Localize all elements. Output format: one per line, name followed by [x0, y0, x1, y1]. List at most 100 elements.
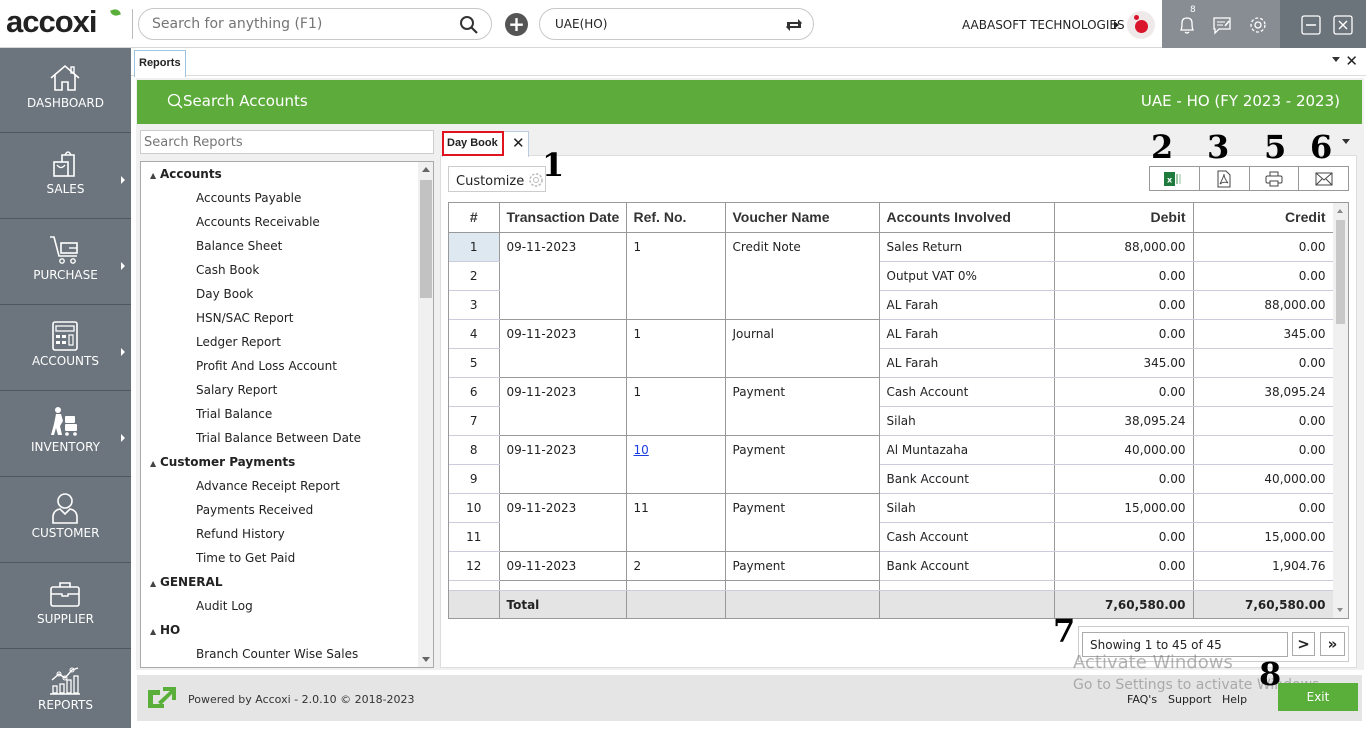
- bell-icon[interactable]: [1176, 14, 1198, 36]
- scroll-down-icon[interactable]: [422, 657, 430, 662]
- close-tab-icon[interactable]: ✕: [1345, 52, 1358, 70]
- branch-selector[interactable]: UAE(HO): [539, 8, 814, 40]
- grid-scrollbar[interactable]: [1333, 203, 1348, 618]
- col-header-debit[interactable]: Debit: [1054, 203, 1194, 233]
- sidebar-item-inventory[interactable]: INVENTORY: [0, 392, 131, 477]
- tree-item[interactable]: Accounts Payable: [196, 191, 301, 205]
- cell-voucher-name: [725, 290, 880, 320]
- search-reports-field[interactable]: [140, 130, 434, 154]
- caret-right-icon[interactable]: [1114, 21, 1119, 29]
- tree-item[interactable]: Payments Received: [196, 503, 313, 517]
- help-link[interactable]: Help: [1222, 693, 1247, 706]
- gear-icon[interactable]: [1247, 14, 1269, 36]
- tree-item[interactable]: HSN/SAC Report: [196, 311, 293, 325]
- cell-credit: 88,000.00: [1193, 290, 1334, 320]
- cell-voucher-name: Journal: [725, 319, 880, 348]
- tree-item[interactable]: Time to Get Paid: [196, 551, 295, 565]
- scroll-up-icon[interactable]: [1337, 209, 1343, 213]
- scroll-thumb[interactable]: [1336, 220, 1345, 324]
- switch-branch-icon[interactable]: [783, 14, 805, 36]
- print-button[interactable]: [1250, 167, 1300, 190]
- table-row[interactable]: 3 AL Farah 0.00 88,000.00: [449, 290, 1334, 320]
- add-button[interactable]: +: [505, 13, 528, 36]
- minimize-icon[interactable]: [1301, 15, 1321, 35]
- search-reports-input[interactable]: [144, 135, 424, 150]
- cell-number: 11: [449, 522, 500, 552]
- message-icon[interactable]: [1211, 14, 1233, 36]
- tree-item[interactable]: Cash Book: [196, 263, 259, 277]
- sidebar-item-supplier[interactable]: SUPPLIER: [0, 564, 131, 649]
- support-link[interactable]: Support: [1168, 693, 1211, 706]
- close-icon[interactable]: [1333, 15, 1353, 35]
- scroll-down-icon[interactable]: [1337, 608, 1343, 612]
- tree-item[interactable]: Branch Counter Wise Sales: [196, 647, 358, 661]
- col-header-ref-no[interactable]: Ref. No.: [626, 203, 726, 233]
- next-page-button[interactable]: >: [1292, 632, 1315, 656]
- search-accounts-button[interactable]: Search Accounts: [167, 92, 308, 110]
- table-row[interactable]: 8 09-11-2023 10 Payment Al Muntazaha 40,000.0…: [449, 435, 1334, 465]
- table-row[interactable]: 5 AL Farah 345.00 0.00: [449, 348, 1334, 378]
- tab-dropdown-icon[interactable]: [1332, 57, 1340, 62]
- sidebar-item-dashboard[interactable]: DASHBOARD: [0, 48, 131, 133]
- table-row[interactable]: 9 Bank Account 0.00 40,000.00: [449, 464, 1334, 494]
- ref-link[interactable]: 10: [634, 443, 649, 457]
- tree-group-general[interactable]: ▲ GENERAL: [150, 575, 222, 589]
- scroll-up-icon[interactable]: [422, 167, 430, 172]
- cell-ref-no: 1: [626, 377, 726, 406]
- tree-item[interactable]: Refund History: [196, 527, 285, 541]
- tree-item[interactable]: Trial Balance: [196, 407, 272, 421]
- table-row[interactable]: 10 09-11-2023 11 Payment Silah 15,000.00 0.00: [449, 493, 1334, 523]
- tree-item[interactable]: Accounts Receivable: [196, 215, 320, 229]
- company-name[interactable]: AABASOFT TECHNOLOGIES: [962, 18, 1125, 32]
- tree-item[interactable]: Profit And Loss Account: [196, 359, 337, 373]
- day-book-tab-label[interactable]: Day Book: [442, 131, 504, 156]
- tree-item[interactable]: Ledger Report: [196, 335, 281, 349]
- last-page-button[interactable]: »: [1320, 632, 1345, 656]
- tree-item[interactable]: Salary Report: [196, 383, 277, 397]
- tree-item[interactable]: Balance Sheet: [196, 239, 282, 253]
- table-row[interactable]: 7 Silah 38,095.24 0.00: [449, 406, 1334, 436]
- export-dropdown-icon[interactable]: [1342, 139, 1350, 144]
- tree-group-accounts[interactable]: ▲ Accounts: [150, 167, 222, 181]
- sidebar-item-customer[interactable]: CUSTOMER: [0, 478, 131, 563]
- scroll-thumb[interactable]: [420, 180, 432, 298]
- sidebar-item-reports[interactable]: REPORTS: [0, 650, 131, 735]
- col-header-transaction-date[interactable]: Transaction Date: [499, 203, 627, 233]
- user-avatar[interactable]: [1127, 11, 1155, 39]
- tree-group-ho[interactable]: ▲ HO: [150, 623, 180, 637]
- table-row[interactable]: 12 09-11-2023 2 Payment Bank Account 0.00 1,90…: [449, 551, 1334, 581]
- exit-button[interactable]: Exit: [1278, 683, 1358, 711]
- tree-group-customer-payments[interactable]: ▲ Customer Payments: [150, 455, 295, 469]
- cell-ref-no: [626, 290, 726, 320]
- col-header-accounts-involved[interactable]: Accounts Involved: [879, 203, 1055, 233]
- global-search[interactable]: [138, 8, 492, 40]
- tree-item[interactable]: Advance Receipt Report: [196, 479, 340, 493]
- search-icon[interactable]: [459, 15, 479, 35]
- email-button[interactable]: [1299, 167, 1348, 190]
- sidebar-item-accounts[interactable]: ACCOUNTS: [0, 306, 131, 391]
- col-header-voucher-name[interactable]: Voucher Name: [725, 203, 880, 233]
- export-toolbar: x: [1149, 166, 1349, 191]
- tab-reports[interactable]: Reports: [134, 50, 186, 77]
- tree-item[interactable]: Day Book: [196, 287, 253, 301]
- tree-scrollbar[interactable]: [418, 162, 433, 667]
- export-pdf-button[interactable]: [1200, 167, 1250, 190]
- table-row[interactable]: 1 09-11-2023 1 Credit Note Sales Return 88,00…: [449, 232, 1334, 262]
- tree-item[interactable]: Trial Balance Between Date: [196, 431, 361, 445]
- global-search-input[interactable]: [152, 16, 452, 32]
- table-row[interactable]: 6 09-11-2023 1 Payment Cash Account 0.00 38,09…: [449, 377, 1334, 407]
- col-header-number[interactable]: #: [449, 203, 500, 233]
- cell-credit: 0.00: [1193, 232, 1334, 262]
- sidebar-item-purchase[interactable]: PURCHASE: [0, 220, 131, 305]
- faqs-link[interactable]: FAQ's: [1127, 693, 1157, 706]
- export-excel-button[interactable]: x: [1150, 167, 1200, 190]
- table-row[interactable]: 2 Output VAT 0% 0.00 0.00: [449, 261, 1334, 291]
- sidebar-item-sales[interactable]: SALES: [0, 134, 131, 219]
- tree-item[interactable]: Audit Log: [196, 599, 253, 613]
- customize-button[interactable]: Customize: [448, 166, 546, 192]
- close-report-tab-icon[interactable]: ✕: [512, 134, 525, 152]
- col-header-credit[interactable]: Credit: [1193, 203, 1334, 233]
- cell-debit: 345.00: [1054, 348, 1194, 378]
- table-row[interactable]: 11 Cash Account 0.00 15,000.00: [449, 522, 1334, 552]
- table-row[interactable]: 4 09-11-2023 1 Journal AL Farah 0.00 345.00: [449, 319, 1334, 349]
